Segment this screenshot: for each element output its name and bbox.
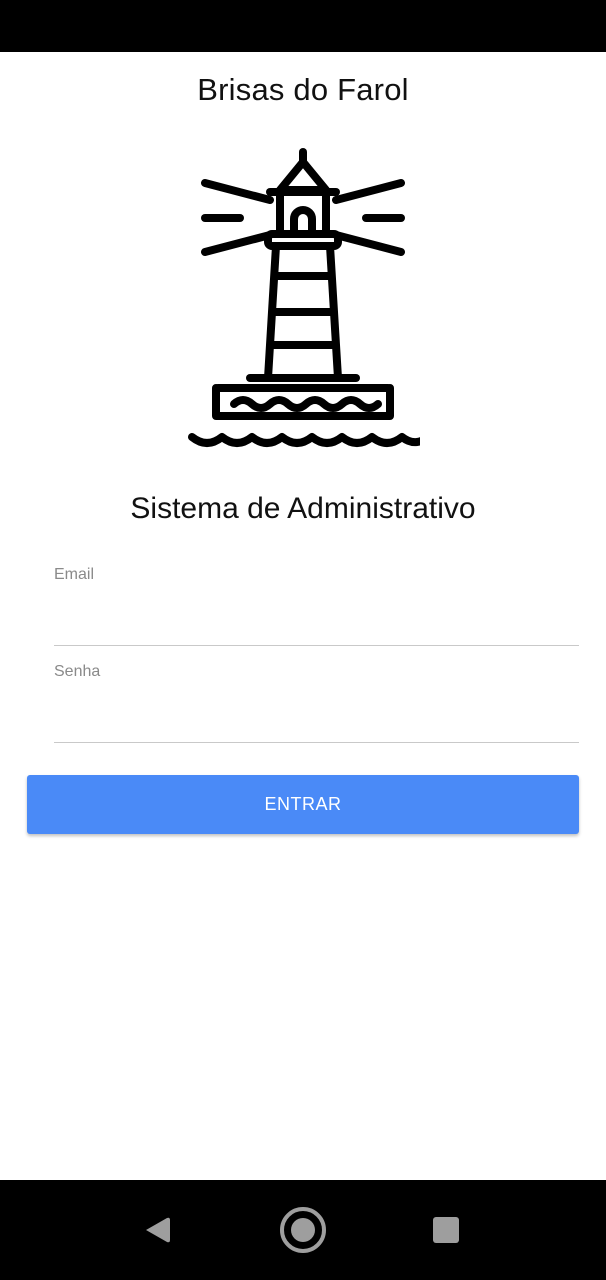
email-field[interactable]: Email (54, 566, 579, 646)
status-bar (0, 0, 606, 52)
home-icon (280, 1207, 326, 1253)
lighthouse-icon (188, 148, 436, 447)
password-input[interactable] (54, 689, 579, 733)
password-field[interactable]: Senha (54, 663, 579, 743)
lighthouse-logo (186, 146, 436, 456)
login-button[interactable]: ENTRAR (27, 775, 579, 834)
recents-icon (433, 1217, 459, 1243)
password-label: Senha (54, 663, 101, 680)
email-label: Email (54, 566, 95, 583)
back-button[interactable] (130, 1202, 186, 1258)
recents-button[interactable] (418, 1202, 474, 1258)
password-underline (54, 742, 579, 743)
email-underline (54, 645, 579, 646)
app-title: Brisas do Farol (197, 72, 409, 107)
back-icon (146, 1217, 170, 1243)
email-input[interactable] (54, 592, 579, 636)
home-button[interactable] (275, 1202, 331, 1258)
navigation-bar (0, 1180, 606, 1280)
system-subtitle: Sistema de Administrativo (130, 492, 476, 525)
